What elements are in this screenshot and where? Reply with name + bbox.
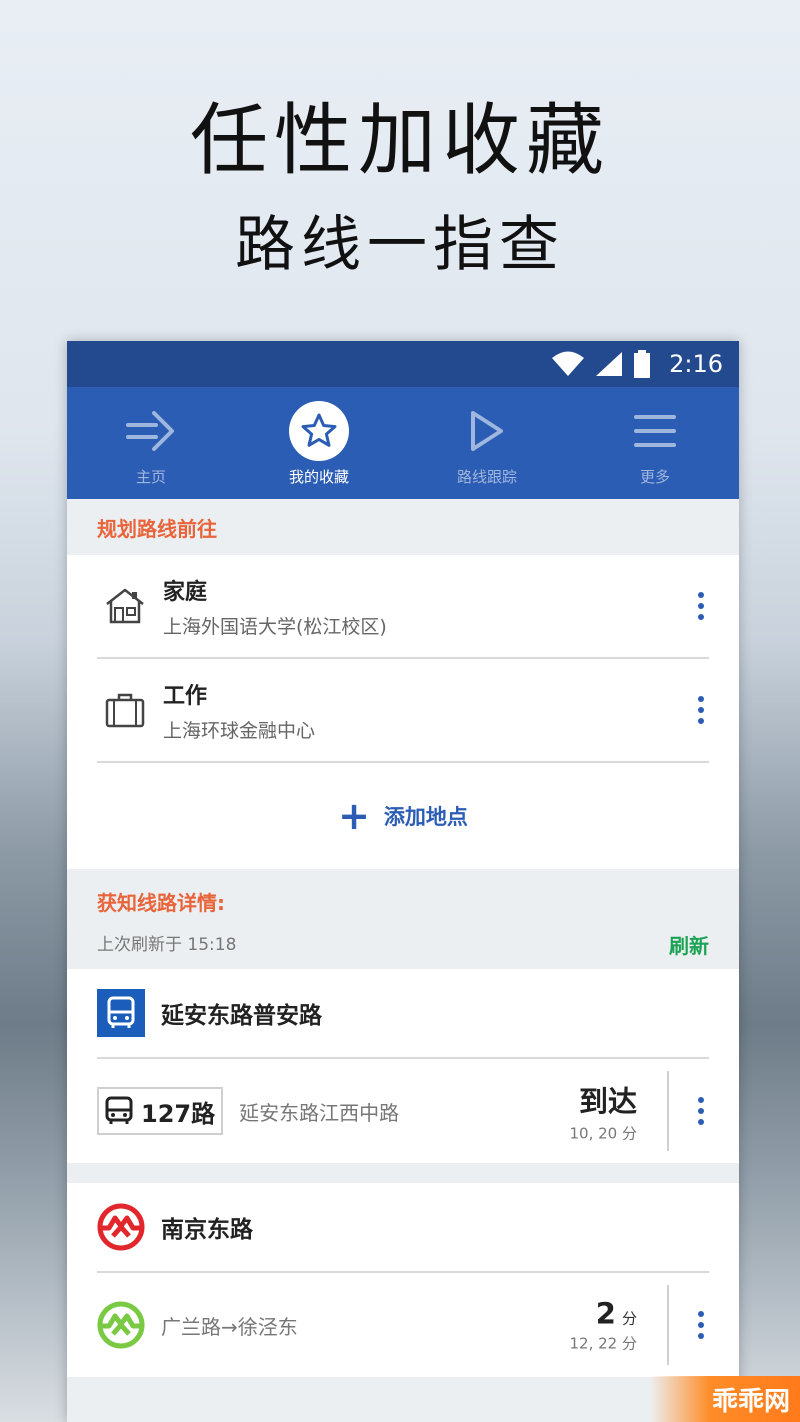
minutes-unit: 分 xyxy=(621,1309,637,1328)
place-address: 上海外国语大学(松江校区) xyxy=(163,615,387,638)
tab-tracking-label: 路线跟踪 xyxy=(456,468,517,486)
star-icon xyxy=(289,401,349,461)
stop-name: 延安东路普安路 xyxy=(161,1003,322,1029)
phone-screen: 2:16 主页 我的收藏 路线跟踪 更多 规划路线前往 家庭 上海外国语大学(松… xyxy=(67,341,739,1422)
arrival-minutes: 2 xyxy=(595,1296,616,1331)
wifi-icon xyxy=(552,351,585,376)
plan-card: 家庭 上海外国语大学(松江校区) 工作 上海环球金融中心 + 添加地点 xyxy=(67,555,739,869)
menu-icon xyxy=(625,401,685,461)
stop-header[interactable]: 延安东路普安路 xyxy=(97,969,709,1059)
tab-favorites-label: 我的收藏 xyxy=(288,468,349,486)
refresh-button[interactable]: 刷新 xyxy=(669,930,709,959)
metro-line-icon xyxy=(97,1301,145,1349)
play-icon xyxy=(457,401,517,461)
next-arrivals: 12, 22 分 xyxy=(569,1334,637,1353)
route-number: 127路 xyxy=(141,1099,216,1128)
more-options-icon[interactable] xyxy=(695,1311,707,1339)
arrival-status: 到达 xyxy=(578,1084,637,1119)
add-place-label: 添加地点 xyxy=(383,805,468,829)
more-options-icon[interactable] xyxy=(695,1097,707,1125)
tab-tracking[interactable]: 路线跟踪 xyxy=(403,387,571,499)
bus-icon xyxy=(97,989,145,1037)
bus-icon xyxy=(105,1096,133,1124)
status-bar: 2:16 xyxy=(67,341,739,387)
watermark: 乖乖网 xyxy=(650,1376,800,1422)
clock: 2:16 xyxy=(669,350,723,378)
signal-icon xyxy=(596,352,623,376)
headline-primary: 任性加收藏 xyxy=(189,96,610,186)
battery-icon xyxy=(634,350,651,378)
favorite-place-work[interactable]: 工作 上海环球金融中心 xyxy=(97,659,709,763)
plan-section-header: 规划路线前往 xyxy=(67,499,739,555)
metro-stop-card: 南京东路 广兰路→徐泾东 2分 12, 22 分 xyxy=(67,1183,739,1377)
favorite-place-home[interactable]: 家庭 上海外国语大学(松江校区) xyxy=(97,555,709,659)
tab-more[interactable]: 更多 xyxy=(571,387,739,499)
more-options-icon[interactable] xyxy=(695,592,707,620)
lines-section-header: 获知线路详情: 上次刷新于 15:18 刷新 xyxy=(67,869,739,969)
metro-icon xyxy=(97,1203,145,1251)
bus-stop-card: 延安东路普安路 127路 延安东路江西中路 到达 10, 20 分 xyxy=(67,969,739,1163)
stop-header[interactable]: 南京东路 xyxy=(97,1183,709,1273)
route-destination: 延安东路江西中路 xyxy=(239,1100,400,1125)
lines-section-title: 获知线路详情: xyxy=(97,891,225,915)
plan-section-title: 规划路线前往 xyxy=(97,516,217,541)
stop-name: 南京东路 xyxy=(161,1217,253,1243)
place-name: 家庭 xyxy=(163,579,208,605)
arrival-row[interactable]: 127路 延安东路江西中路 到达 10, 20 分 xyxy=(97,1059,709,1163)
house-icon xyxy=(101,582,149,630)
tab-favorites[interactable]: 我的收藏 xyxy=(235,387,403,499)
arrival-row[interactable]: 广兰路→徐泾东 2分 12, 22 分 xyxy=(97,1273,709,1377)
place-name: 工作 xyxy=(163,683,208,709)
last-updated: 上次刷新于 15:18 xyxy=(97,935,237,955)
more-options-icon[interactable] xyxy=(695,696,707,724)
card-gap xyxy=(67,1163,739,1183)
plus-icon: + xyxy=(338,794,370,838)
arrow-right-icon xyxy=(121,401,181,461)
headline-secondary: 路线一指查 xyxy=(235,210,565,280)
divider xyxy=(667,1285,669,1365)
tab-more-label: 更多 xyxy=(639,468,670,486)
top-nav: 主页 我的收藏 路线跟踪 更多 xyxy=(67,387,739,499)
divider xyxy=(667,1071,669,1151)
tab-home[interactable]: 主页 xyxy=(67,387,235,499)
briefcase-icon xyxy=(101,686,149,734)
route-badge: 127路 xyxy=(97,1087,224,1135)
next-arrivals: 10, 20 分 xyxy=(569,1124,637,1143)
route-direction: 广兰路→徐泾东 xyxy=(161,1314,298,1339)
add-place-button[interactable]: + 添加地点 xyxy=(67,763,739,869)
place-address: 上海环球金融中心 xyxy=(163,719,316,742)
tab-home-label: 主页 xyxy=(135,468,166,486)
